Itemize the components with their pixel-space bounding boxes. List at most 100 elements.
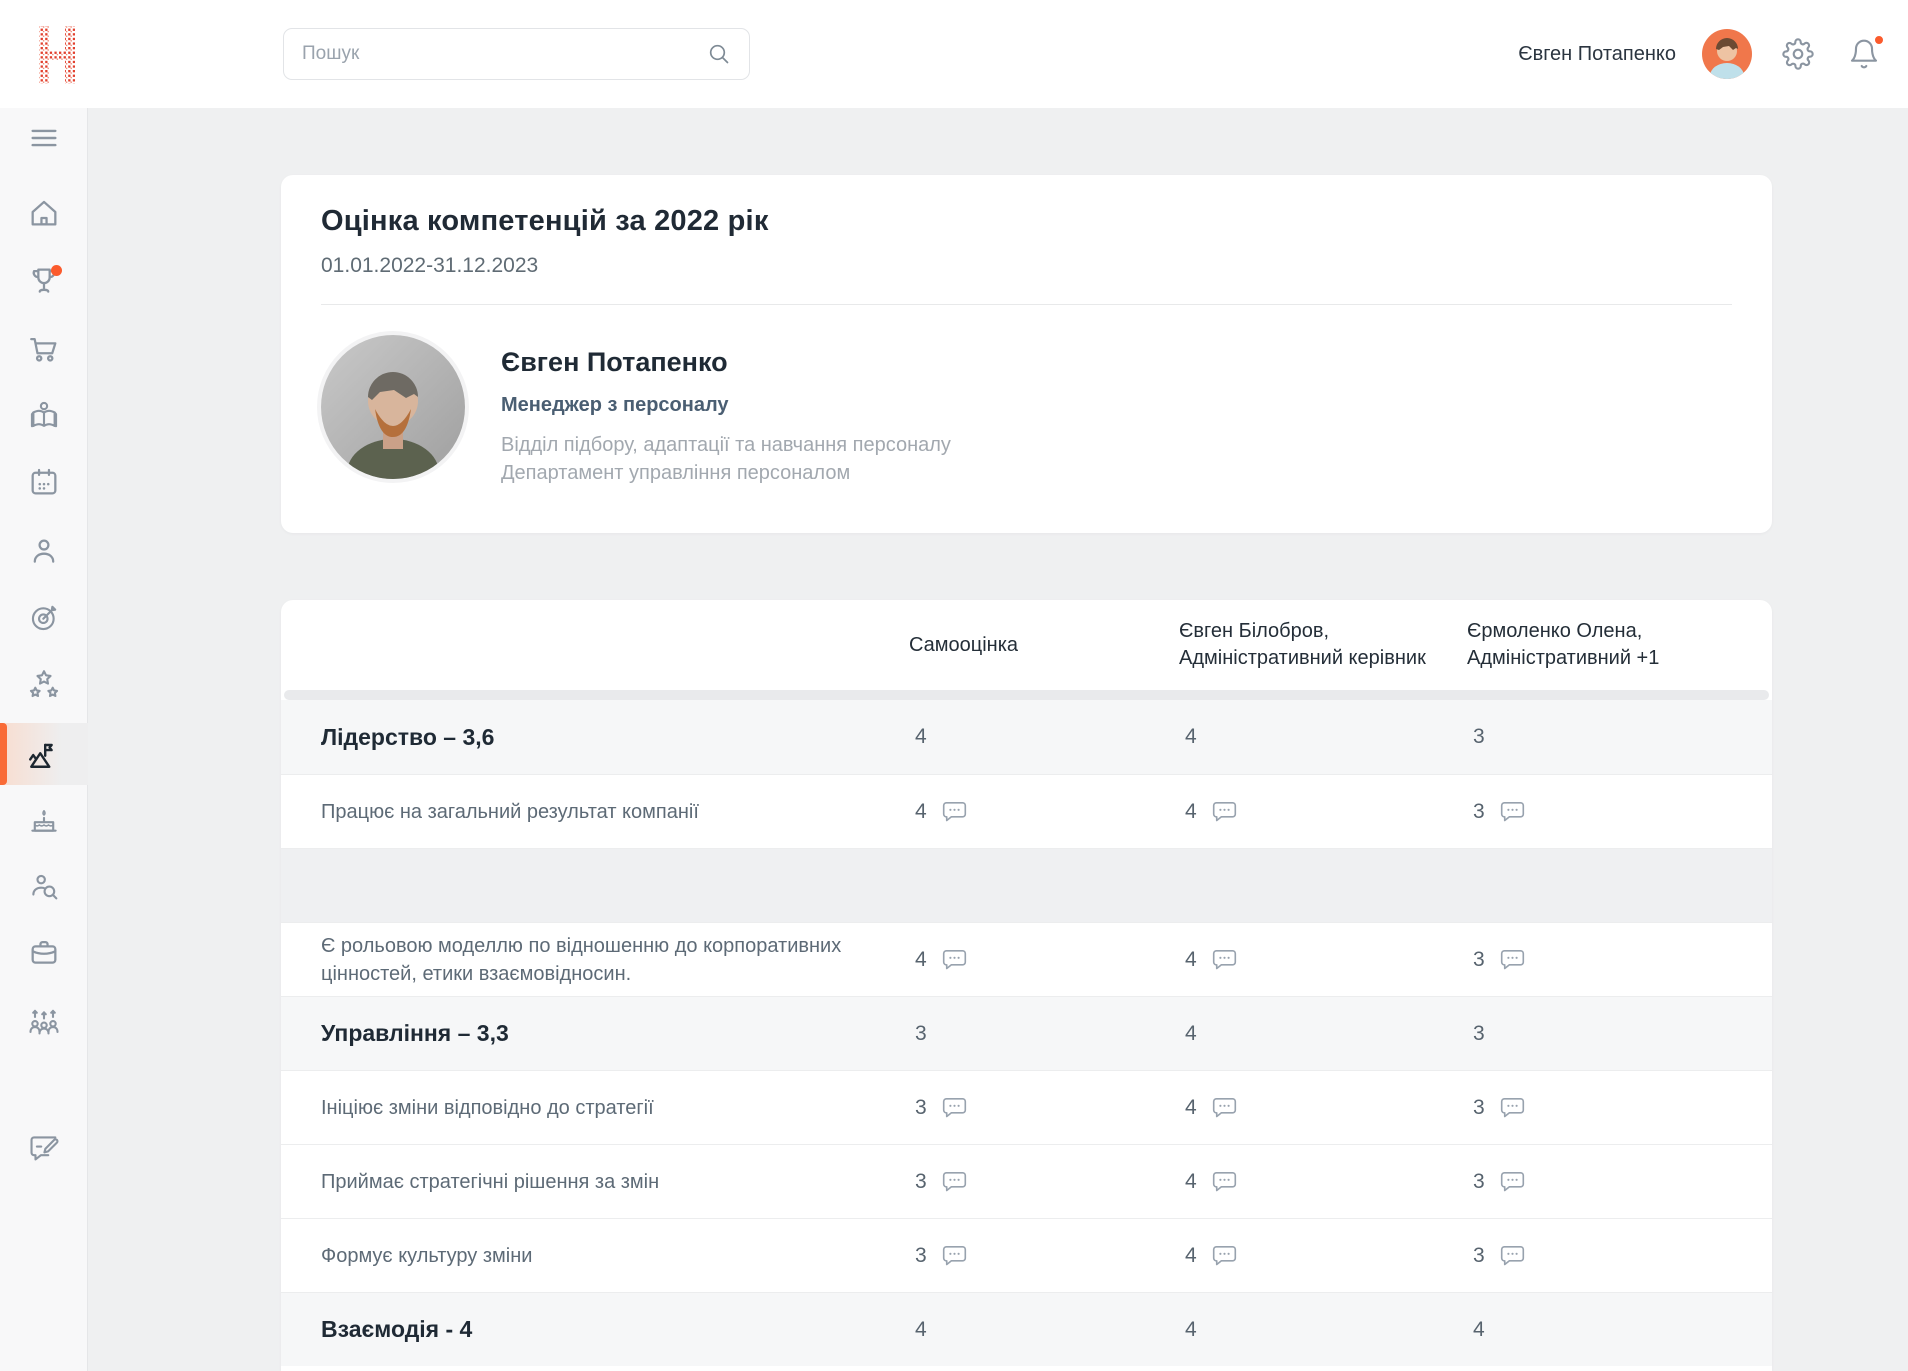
person-search-icon (27, 869, 61, 903)
score-value: 3 (1473, 1022, 1485, 1046)
row-label: Ініціює зміни відповідно до стратегії (321, 1094, 881, 1122)
row-label: Формує культуру зміни (321, 1242, 881, 1270)
employee-avatar (321, 335, 465, 479)
score-cell-self: 3 (909, 1244, 1179, 1268)
stars-icon (26, 666, 62, 702)
score-value: 3 (1473, 1096, 1485, 1120)
score-cell-self: 4 (909, 948, 1179, 972)
sidebar-item-ratings[interactable] (0, 656, 88, 712)
cart-icon (27, 332, 61, 366)
row-label: Приймає стратегічні рішення за змін (321, 1168, 881, 1196)
comment-icon[interactable] (1211, 948, 1238, 972)
row-label: Лідерство – 3,6 (321, 724, 909, 751)
table-body: Лідерство – 3,6 4 4 3 Працює на загальни… (281, 700, 1772, 1366)
score-cell-self: 3 (909, 1096, 1179, 1120)
settings-button[interactable] (1778, 34, 1818, 74)
notifications-button[interactable] (1844, 34, 1884, 74)
score-cell-reviewer-1: 4 (1179, 948, 1467, 972)
score-cell-reviewer-2: 3 (1467, 1022, 1732, 1046)
sidebar-item-team-growth[interactable] (0, 992, 88, 1048)
sidebar-item-shop[interactable] (0, 321, 88, 377)
score-cell-reviewer-1: 4 (1179, 1244, 1467, 1268)
score-cell-reviewer-2: 3 (1467, 1170, 1732, 1194)
user-avatar[interactable] (1702, 29, 1752, 79)
achievements-badge-dot (51, 265, 62, 276)
sidebar-item-birthdays[interactable] (0, 792, 88, 848)
score-cell-reviewer-2: 3 (1467, 1244, 1732, 1268)
calendar-icon (27, 465, 61, 499)
comment-icon[interactable] (1499, 800, 1526, 824)
score-cell-reviewer-1: 4 (1179, 1096, 1467, 1120)
user-avatar-image (1702, 29, 1752, 79)
comment-icon[interactable] (1499, 1170, 1526, 1194)
comment-icon[interactable] (941, 800, 968, 824)
sidebar-item-competencies[interactable] (0, 723, 88, 785)
search-icon[interactable] (707, 42, 731, 66)
score-cell-reviewer-2: 4 (1467, 1318, 1732, 1342)
sidebar-item-feedback[interactable] (0, 1120, 88, 1176)
sidebar (0, 108, 88, 1371)
score-value: 4 (1185, 948, 1197, 972)
score-value: 3 (1473, 800, 1485, 824)
sidebar-menu-toggle[interactable] (0, 110, 88, 166)
report-header-card: Оцінка компетенцій за 2022 рік 01.01.202… (281, 175, 1772, 533)
score-cell-reviewer-2: 3 (1467, 725, 1732, 749)
table-header-row: Самооцінка Євген Білобров, Адміністратив… (281, 600, 1772, 690)
briefcase-icon (27, 935, 61, 969)
comment-icon[interactable] (941, 1244, 968, 1268)
gear-icon (1782, 38, 1814, 70)
score-value: 4 (1185, 1244, 1197, 1268)
horizontal-scrollbar[interactable] (284, 690, 1769, 700)
score-value: 3 (915, 1022, 927, 1046)
sidebar-item-vacancies[interactable] (0, 924, 88, 980)
comment-icon[interactable] (941, 948, 968, 972)
home-icon (27, 196, 61, 230)
sidebar-item-goals-target[interactable] (0, 590, 88, 646)
employee-department: Департамент управління персоналом (501, 459, 951, 487)
score-cell-self: 4 (909, 1318, 1179, 1342)
score-value: 3 (1473, 1170, 1485, 1194)
app-logo[interactable] (36, 24, 80, 86)
row-label: Працює на загальний результат компанії (321, 798, 881, 826)
comment-icon[interactable] (1211, 1170, 1238, 1194)
score-value: 3 (915, 1170, 927, 1194)
table-row[interactable]: Приймає стратегічні рішення за змін 3 4 … (281, 1144, 1772, 1218)
table-row[interactable]: Управління – 3,3 3 4 3 (281, 996, 1772, 1070)
comment-icon[interactable] (1211, 1244, 1238, 1268)
comment-icon[interactable] (941, 1096, 968, 1120)
sidebar-item-learning[interactable] (0, 388, 88, 444)
hamburger-icon (27, 121, 61, 155)
comment-icon[interactable] (1499, 1096, 1526, 1120)
score-value: 4 (915, 725, 927, 749)
comment-icon[interactable] (1499, 1244, 1526, 1268)
score-value: 4 (1185, 800, 1197, 824)
sidebar-item-achievements[interactable] (0, 253, 88, 309)
table-row[interactable]: Формує культуру зміни 3 4 3 (281, 1218, 1772, 1292)
page-title: Оцінка компетенцій за 2022 рік (321, 205, 1732, 238)
search-box (283, 28, 750, 80)
table-row[interactable]: Взаємодія - 4 4 4 4 (281, 1292, 1772, 1366)
sidebar-item-calendar[interactable] (0, 454, 88, 510)
header-reviewer-1: Євген Білобров, Адміністративний керівни… (1179, 618, 1467, 672)
user-name[interactable]: Євген Потапенко (1518, 43, 1676, 66)
search-input[interactable] (302, 43, 707, 65)
employee-name: Євген Потапенко (501, 347, 951, 378)
notification-dot (1873, 34, 1885, 46)
employee-avatar-image (321, 335, 465, 479)
comment-icon[interactable] (1211, 1096, 1238, 1120)
table-row[interactable]: Працює на загальний результат компанії 4… (281, 774, 1772, 848)
comment-icon[interactable] (941, 1170, 968, 1194)
table-row[interactable]: Лідерство – 3,6 4 4 3 (281, 700, 1772, 774)
score-cell-reviewer-1: 4 (1179, 725, 1467, 749)
sidebar-item-recruiting[interactable] (0, 858, 88, 914)
sidebar-item-profile[interactable] (0, 523, 88, 579)
table-row[interactable]: Є рольовою моделлю по відношенню до корп… (281, 922, 1772, 996)
header-self-assessment: Самооцінка (909, 632, 1179, 659)
score-cell-self: 3 (909, 1170, 1179, 1194)
comment-icon[interactable] (1499, 948, 1526, 972)
table-row[interactable]: Ініціює зміни відповідно до стратегії 3 … (281, 1070, 1772, 1144)
comment-icon[interactable] (1211, 800, 1238, 824)
sidebar-item-home[interactable] (0, 185, 88, 241)
score-value: 4 (915, 1318, 927, 1342)
score-value: 4 (1185, 1318, 1197, 1342)
